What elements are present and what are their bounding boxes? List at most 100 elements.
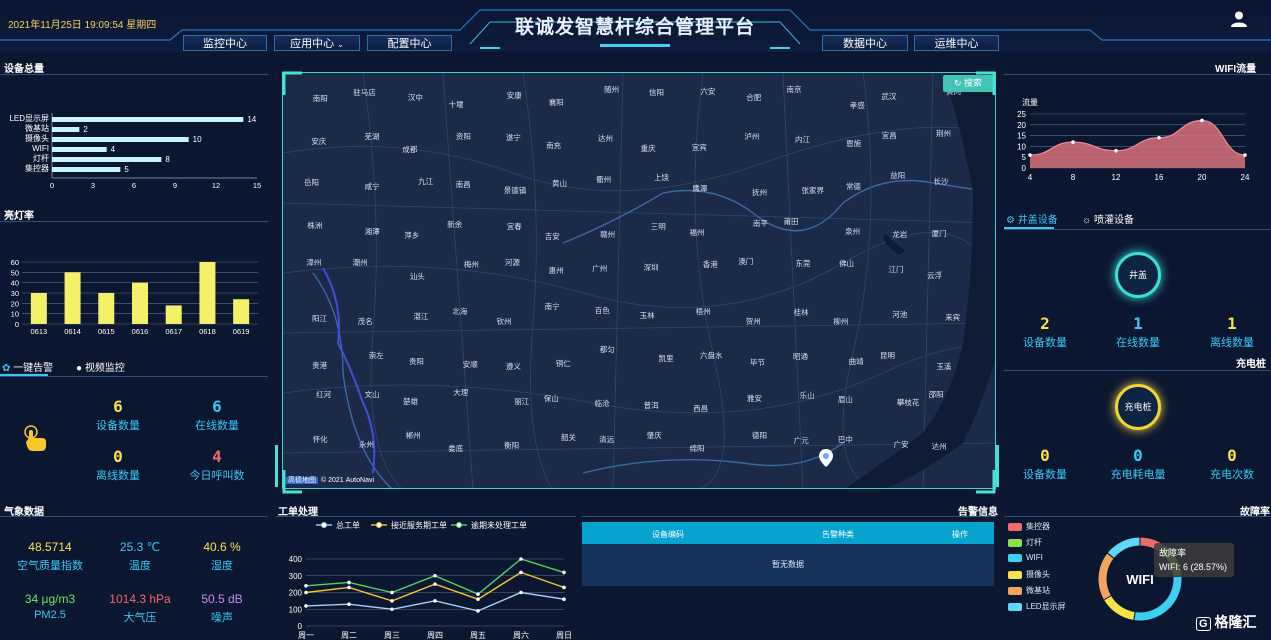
category-label: 0619 <box>233 327 250 336</box>
divider <box>1004 516 1271 517</box>
legend-swatch <box>1008 522 1022 531</box>
tick-label: 9 <box>173 181 177 190</box>
data-label: 10 <box>193 135 202 144</box>
nav-app-center[interactable]: 应用中心 ⌄ <box>274 35 360 51</box>
data-point <box>433 582 437 586</box>
tab-sprinkler-label: 喷灌设备 <box>1093 215 1134 226</box>
tick-label: 0 <box>50 181 54 190</box>
data-point <box>562 597 566 601</box>
legend-label: 接近服务期工单 <box>391 520 447 530</box>
nav-data-center[interactable]: 数据中心 <box>822 35 908 51</box>
data-point <box>304 590 308 595</box>
weather-value: 50.5 dB <box>201 592 243 606</box>
person-icon: ✿ <box>2 363 11 374</box>
stat-label: 充电耗电量 <box>1110 469 1166 481</box>
tick-label: 10 <box>11 310 19 319</box>
alarm-offline-count: 0 <box>113 447 123 466</box>
legend-swatch <box>1008 538 1022 547</box>
alarm-call-count: 4 <box>212 447 222 466</box>
nav-config-center[interactable]: 配置中心 <box>367 35 452 51</box>
g-logo-icon: G <box>1196 617 1211 631</box>
tooltip-value: WIFI: 6 (28.57%) <box>1159 562 1228 572</box>
legend-label: WIFI <box>1026 553 1043 562</box>
tick-label: 12 <box>1112 173 1121 182</box>
category-label: 周日 <box>556 631 572 640</box>
tab-manhole[interactable]: ⚙ 井盖设备 <box>1006 211 1058 226</box>
tick-label: 10 <box>1017 142 1026 151</box>
stat-value: 0 <box>1227 446 1237 465</box>
legend-swatch <box>1008 602 1022 611</box>
data-point <box>1200 118 1204 123</box>
alarm-call-count-label: 今日呼叫数 <box>189 470 245 482</box>
tick-label: 15 <box>1017 132 1026 141</box>
legend-label: 灯杆 <box>1026 538 1042 547</box>
legend-swatch <box>1008 553 1022 562</box>
divider <box>1004 370 1271 371</box>
category-label: 周一 <box>298 631 314 640</box>
nav-ops-center[interactable]: 运维中心 <box>914 35 999 51</box>
data-point <box>562 570 566 575</box>
category-label: 周二 <box>341 631 357 640</box>
category-label: 周三 <box>384 631 400 640</box>
divider <box>0 516 268 517</box>
tick-label: 100 <box>289 605 303 614</box>
data-point <box>1157 135 1161 140</box>
bar <box>132 282 148 324</box>
category-label: LED显示屏 <box>9 114 49 123</box>
bar <box>64 272 81 324</box>
nav-monitor-center[interactable]: 监控中心 <box>183 35 267 51</box>
tick-label: 6 <box>132 181 136 190</box>
divider <box>582 516 996 517</box>
weather-label: 空气质量指数 <box>17 560 83 572</box>
data-point <box>390 599 394 603</box>
legend-item: 灯杆 <box>1008 537 1042 548</box>
data-point <box>304 584 308 588</box>
manhole-ring: 井盖 <box>1115 252 1161 298</box>
data-point <box>476 592 480 596</box>
stat-label: 离线数量 <box>1210 337 1254 349</box>
col-alarm-type: 告警种类 <box>822 530 854 539</box>
bar <box>30 293 47 324</box>
data-label: 4 <box>111 145 116 154</box>
user-icon[interactable] <box>1230 10 1248 28</box>
category-label: WIFI <box>32 144 49 153</box>
tab-video-monitor[interactable]: ● 视频监控 <box>76 359 125 374</box>
category-label: 0618 <box>199 327 216 336</box>
wifi-flow-chart: 05101520254 8 12 16 20 24 <box>1017 110 1250 182</box>
tab-sprinkler[interactable]: ☼ 喷灌设备 <box>1082 211 1134 226</box>
weather-label: 湿度 <box>211 560 233 572</box>
watermark-text: 格隆汇 <box>1214 614 1257 630</box>
data-point <box>562 585 566 590</box>
alarm-online-count: 6 <box>212 397 222 416</box>
data-point <box>519 570 523 575</box>
category-label: 0614 <box>64 327 81 336</box>
tick-label: 0 <box>15 320 19 329</box>
tick-label: 0 <box>1022 164 1027 173</box>
tick-label: 30 <box>11 289 19 298</box>
legend-marker <box>456 522 462 528</box>
data-point <box>433 573 437 578</box>
legend-marker <box>376 522 382 528</box>
data-point <box>1114 148 1118 153</box>
data-point <box>519 590 523 595</box>
category-label: 0615 <box>98 327 115 336</box>
category-label: 集控器 <box>25 163 49 173</box>
data-label: 14 <box>247 115 256 124</box>
legend-item: 摄像头 <box>1008 569 1050 580</box>
category-label: 摄像头 <box>25 133 49 143</box>
data-point <box>390 590 394 595</box>
data-point <box>390 607 394 612</box>
stat-value: 2 <box>1040 314 1050 333</box>
legend-label: 微基站 <box>1026 586 1050 595</box>
tab-one-key-alarm[interactable]: ✿ 一键告警 <box>2 359 53 374</box>
tick-label: 50 <box>11 268 19 277</box>
col-device-code: 设备编码 <box>652 530 684 539</box>
tick-label: 40 <box>11 279 19 288</box>
divider <box>1004 74 1271 75</box>
tick-label: 3 <box>91 181 95 190</box>
bar <box>233 299 250 324</box>
location-pin-icon: ● <box>76 363 83 374</box>
tab-manhole-label: 井盖设备 <box>1017 215 1058 226</box>
page-title: 联诚发智慧杆综合管理平台 <box>514 17 755 38</box>
alarm-table-header: 设备编码 告警种类 操作 <box>582 522 994 544</box>
